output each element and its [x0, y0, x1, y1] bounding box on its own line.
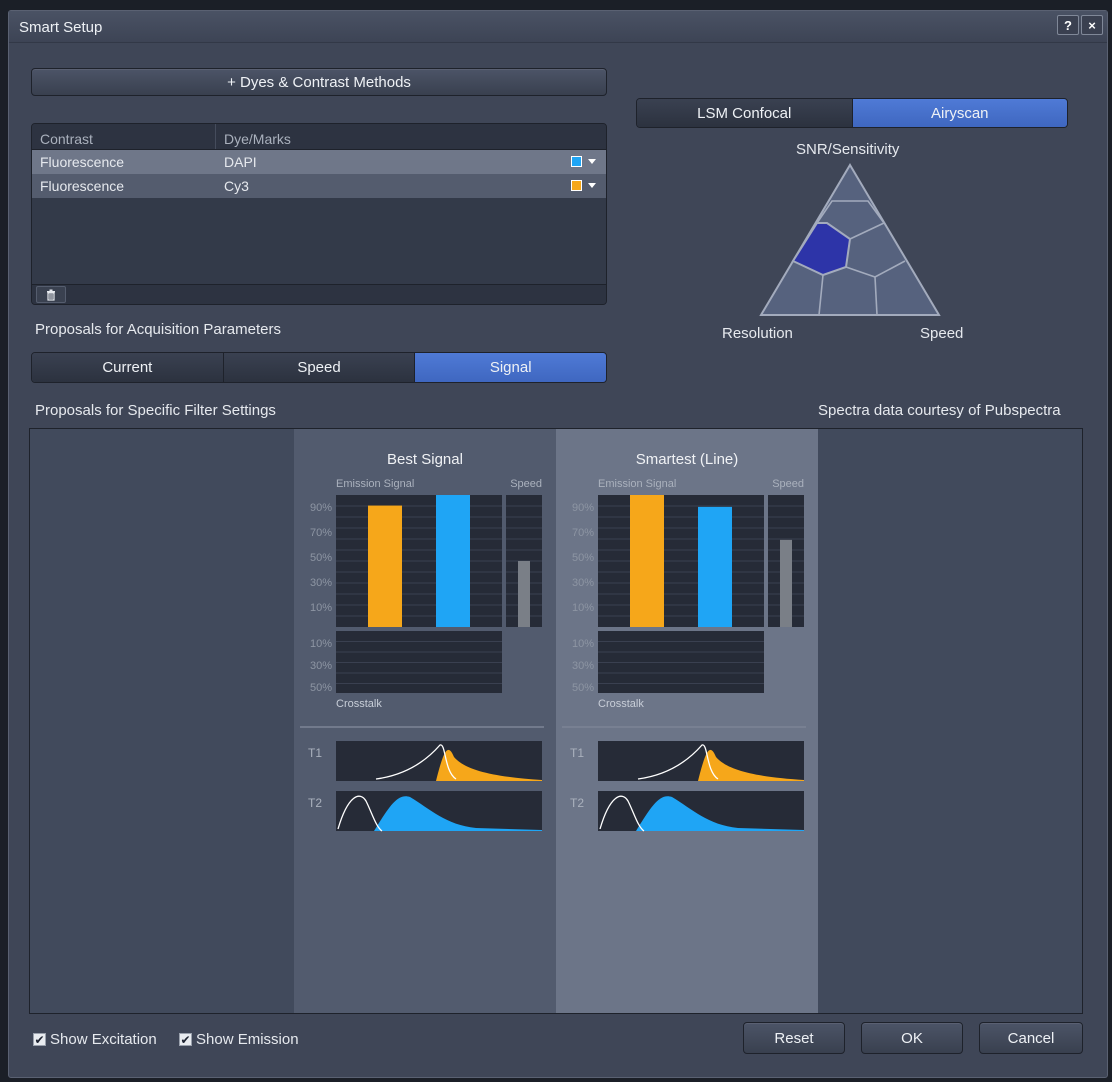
track-label: T1 — [308, 746, 322, 760]
chevron-down-icon[interactable] — [588, 159, 596, 164]
show-excitation-checkbox[interactable]: ✔ Show Excitation — [33, 1031, 157, 1048]
row-dye: Cy3 — [224, 178, 249, 194]
y-tick-label: 50% — [310, 552, 332, 564]
tab-speed[interactable]: Speed — [223, 353, 416, 382]
row-dye: DAPI — [224, 154, 257, 170]
y-tick-label: 10% — [572, 638, 594, 650]
y-tick-label: 90% — [572, 502, 594, 514]
checkbox-label: Show Excitation — [50, 1031, 157, 1048]
speed-bar — [780, 539, 792, 627]
emission-bar — [698, 506, 732, 627]
tradeoff-triangle[interactable] — [757, 161, 943, 319]
tab-lsm-confocal[interactable]: LSM Confocal — [637, 99, 853, 127]
acquisition-tabs: Current Speed Signal — [31, 352, 607, 383]
y-tick-label: 30% — [572, 577, 594, 589]
y-tick-label: 90% — [310, 502, 332, 514]
speed-label: Speed — [510, 478, 542, 490]
proposal-smartest-line[interactable]: Smartest (Line) Emission Signal Speed 90% 7… — [556, 429, 818, 1013]
spectra-courtesy-label: Spectra data courtesy of Pubspectra — [818, 402, 1061, 419]
track-label: T2 — [308, 796, 322, 810]
track-label: T1 — [570, 746, 584, 760]
proposal-chart: Emission Signal Speed 90% 70% 50% 30% 10% 10% 30… — [562, 478, 806, 832]
track-label: T2 — [570, 796, 584, 810]
emission-bar — [630, 495, 664, 627]
title-bar: Smart Setup ? × — [9, 11, 1107, 43]
row-contrast: Fluorescence — [40, 154, 125, 170]
checkbox-checked-icon: ✔ — [179, 1032, 192, 1047]
close-button[interactable]: × — [1081, 15, 1103, 35]
tab-signal[interactable]: Signal — [415, 353, 606, 382]
triangle-right-label: Speed — [920, 325, 964, 342]
y-tick-label: 10% — [310, 602, 332, 614]
y-tick-label: 10% — [572, 602, 594, 614]
checkbox-checked-icon: ✔ — [33, 1032, 46, 1047]
y-tick-label: 10% — [310, 638, 332, 650]
y-tick-label: 50% — [310, 682, 332, 694]
tab-current[interactable]: Current — [32, 353, 224, 382]
speed-bar — [518, 561, 530, 627]
y-tick-label: 50% — [572, 682, 594, 694]
table-header: Contrast Dye/Marks — [32, 124, 606, 150]
proposal-title: Best Signal — [387, 451, 463, 468]
add-dyes-button[interactable]: + Dyes & Contrast Methods — [31, 68, 607, 96]
ok-button[interactable]: OK — [861, 1022, 963, 1054]
dye-table: Contrast Dye/Marks Fluorescence DAPI Flu… — [31, 123, 607, 305]
filter-settings-label: Proposals for Specific Filter Settings — [35, 402, 276, 419]
y-tick-label: 30% — [310, 577, 332, 589]
window-title: Smart Setup — [19, 19, 103, 36]
table-footer — [32, 284, 606, 304]
header-contrast: Contrast — [32, 124, 216, 149]
y-tick-label: 30% — [310, 660, 332, 672]
proposal-chart: Emission Signal Speed 90% 70% 50% 30% 10% 10% 30… — [300, 478, 544, 832]
emission-signal-label: Emission Signal — [598, 478, 676, 490]
cancel-button[interactable]: Cancel — [979, 1022, 1083, 1054]
dye-color-swatch[interactable] — [571, 156, 582, 167]
y-tick-label: 70% — [310, 527, 332, 539]
table-row[interactable]: Fluorescence Cy3 — [32, 174, 606, 198]
crosstalk-label: Crosstalk — [336, 698, 382, 710]
emission-bar — [368, 505, 402, 627]
reset-button[interactable]: Reset — [743, 1022, 845, 1054]
trash-icon — [47, 289, 55, 301]
dye-color-swatch[interactable] — [571, 180, 582, 191]
show-emission-checkbox[interactable]: ✔ Show Emission — [179, 1031, 299, 1048]
checkbox-label: Show Emission — [196, 1031, 299, 1048]
y-tick-label: 30% — [572, 660, 594, 672]
mode-tabs: LSM Confocal Airyscan — [636, 98, 1068, 128]
delete-button[interactable] — [36, 286, 66, 303]
tab-airyscan[interactable]: Airyscan — [852, 99, 1067, 127]
filter-proposals-panel: Best Signal Emission Signal Speed 90% 70% 50… — [29, 428, 1083, 1014]
emission-signal-label: Emission Signal — [336, 478, 414, 490]
speed-label: Speed — [772, 478, 804, 490]
row-contrast: Fluorescence — [40, 178, 125, 194]
y-tick-label: 70% — [572, 527, 594, 539]
chevron-down-icon[interactable] — [588, 183, 596, 188]
triangle-left-label: Resolution — [722, 325, 793, 342]
triangle-top-label: SNR/Sensitivity — [796, 141, 900, 158]
proposal-best-signal[interactable]: Best Signal Emission Signal Speed 90% 70% 50… — [294, 429, 556, 1013]
smart-setup-dialog: Smart Setup ? × + Dyes & Contrast Method… — [8, 10, 1108, 1078]
proposals-acquisition-label: Proposals for Acquisition Parameters — [35, 321, 281, 338]
proposal-title: Smartest (Line) — [635, 451, 739, 468]
help-button[interactable]: ? — [1057, 15, 1079, 35]
table-row[interactable]: Fluorescence DAPI — [32, 150, 606, 174]
header-dye-marks: Dye/Marks — [224, 131, 291, 147]
emission-bar — [436, 495, 470, 627]
y-tick-label: 50% — [572, 552, 594, 564]
crosstalk-label: Crosstalk — [598, 698, 644, 710]
